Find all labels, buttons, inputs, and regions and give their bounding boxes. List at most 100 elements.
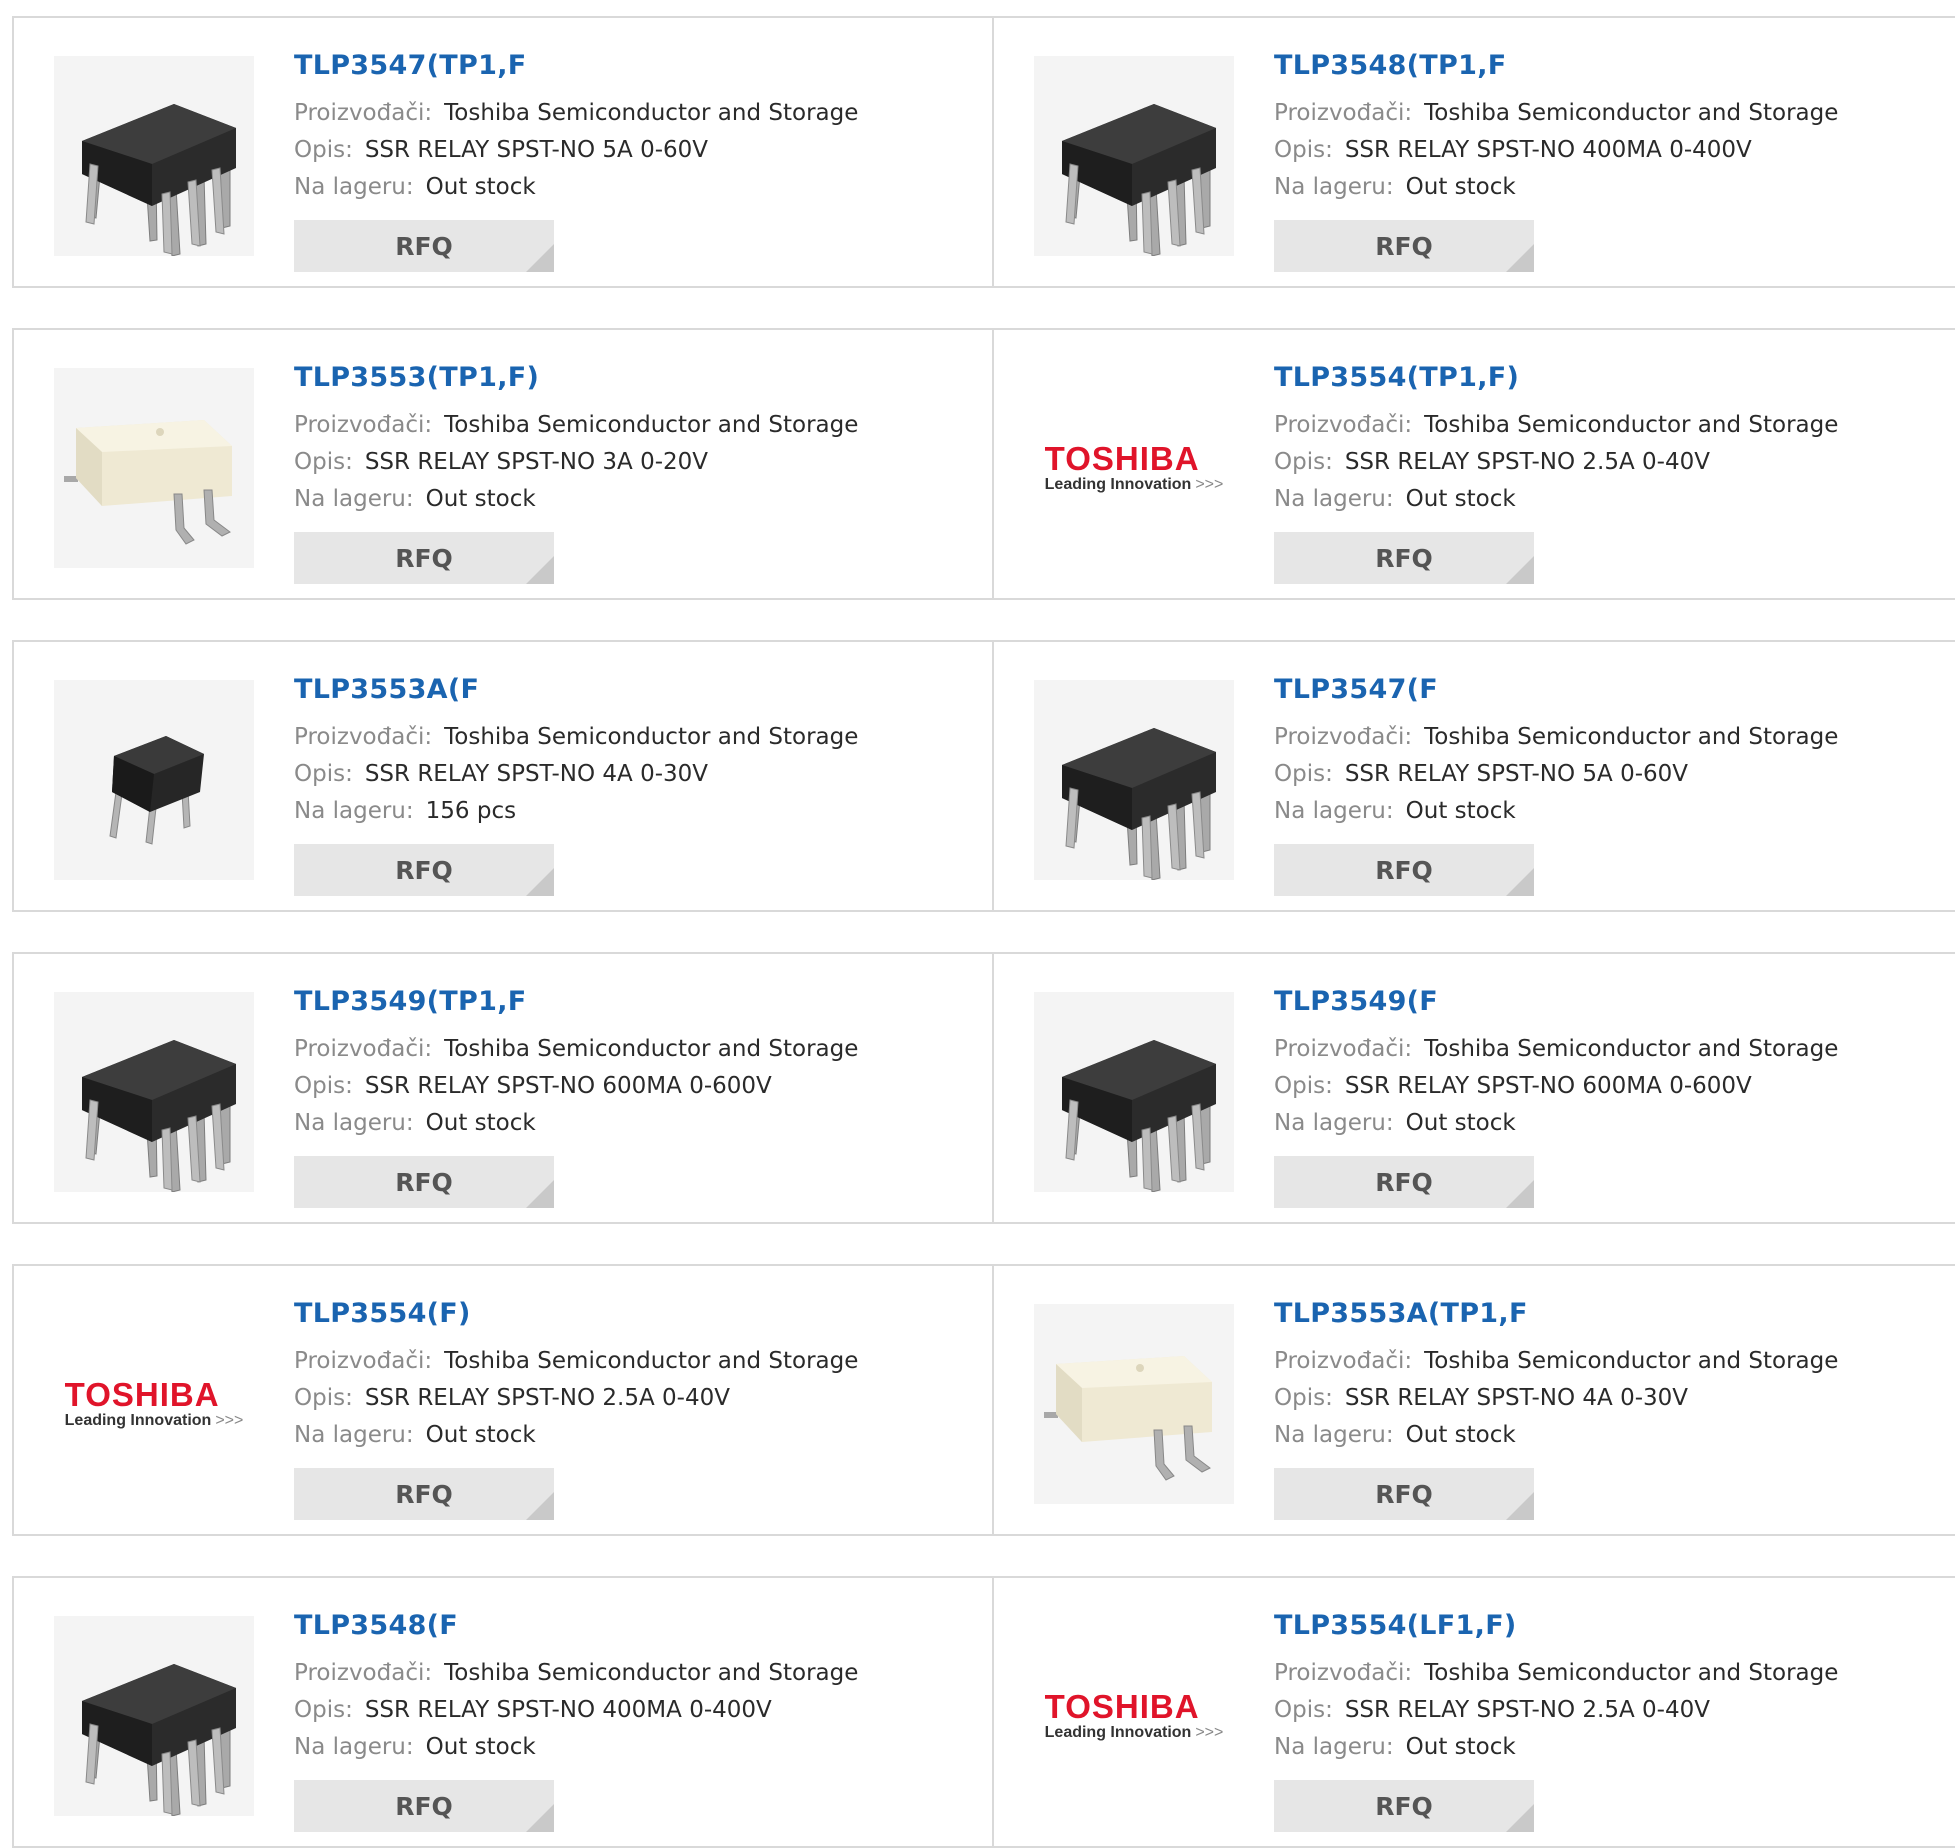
product-card: TLP3548(TP1,F Proizvođači: Toshiba Semicon…: [992, 18, 1955, 286]
description-value: SSR RELAY SPST-NO 2.5A 0-40V: [364, 1385, 730, 1411]
product-card: TLP3553(TP1,F) Proizvođači: Toshiba Semico…: [14, 330, 992, 598]
corner-triangle-icon: [1506, 1804, 1534, 1832]
product-image[interactable]: [1034, 1304, 1234, 1504]
dip6-chip-icon: [1062, 1040, 1216, 1192]
product-part-number-link[interactable]: TLP3553(TP1,F): [294, 362, 539, 393]
product-part-number-link[interactable]: TLP3547(F: [1274, 674, 1438, 705]
manufacturer-row: Proizvođači: Toshiba Semiconductor and St…: [1274, 724, 1838, 750]
manufacturer-row: Proizvođači: Toshiba Semiconductor and St…: [294, 412, 858, 438]
toshiba-tagline: Leading Innovation: [64, 1412, 212, 1429]
toshiba-wordmark: TOSHIBA: [1044, 1688, 1200, 1725]
manufacturer-value: Toshiba Semiconductor and Storage: [444, 1660, 859, 1686]
toshiba-logo: TOSHIBA Leading Innovation >>>: [1045, 1690, 1224, 1742]
description-row: Opis: SSR RELAY SPST-NO 5A 0-60V: [1274, 761, 1688, 787]
product-part-number-link[interactable]: TLP3549(F: [1274, 986, 1438, 1017]
manufacturer-row: Proizvođači: Toshiba Semiconductor and St…: [294, 100, 858, 126]
manufacturer-row: Proizvođači: Toshiba Semiconductor and St…: [294, 1036, 858, 1062]
product-part-number-link[interactable]: TLP3554(F): [294, 1298, 471, 1329]
corner-triangle-icon: [526, 244, 554, 272]
product-row: TLP3553(TP1,F) Proizvođači: Toshiba Semico…: [12, 328, 1955, 600]
rfq-button[interactable]: RFQ: [1274, 1780, 1534, 1832]
stock-row: Na lageru: Out stock: [1274, 798, 1516, 824]
rfq-label: RFQ: [395, 1167, 453, 1197]
rfq-button[interactable]: RFQ: [294, 532, 554, 584]
rfq-label: RFQ: [1375, 855, 1433, 885]
corner-triangle-icon: [1506, 556, 1534, 584]
description-value: SSR RELAY SPST-NO 4A 0-30V: [1344, 1385, 1689, 1411]
corner-triangle-icon: [1506, 1180, 1534, 1208]
product-part-number-link[interactable]: TLP3553A(F: [294, 674, 479, 705]
stock-row: Na lageru: Out stock: [1274, 486, 1516, 512]
toshiba-logo: TOSHIBA Leading Innovation >>>: [65, 1378, 244, 1430]
dip6-chip-icon: [82, 1664, 236, 1816]
toshiba-tagline: Leading Innovation: [1044, 476, 1192, 493]
rfq-button[interactable]: RFQ: [294, 220, 554, 272]
rfq-button[interactable]: RFQ: [294, 1780, 554, 1832]
toshiba-logo: TOSHIBA Leading Innovation >>>: [1045, 442, 1224, 494]
description-value: SSR RELAY SPST-NO 5A 0-60V: [364, 137, 709, 163]
smd-white-chip-icon: [64, 420, 232, 545]
description-label: Opis:: [1274, 1697, 1333, 1723]
product-image[interactable]: [1034, 992, 1234, 1192]
rfq-button[interactable]: RFQ: [1274, 1156, 1534, 1208]
product-card: TLP3547(F Proizvođači: Toshiba Semiconduct…: [992, 642, 1955, 910]
rfq-label: RFQ: [1375, 1167, 1433, 1197]
rfq-button[interactable]: RFQ: [294, 1156, 554, 1208]
product-part-number-link[interactable]: TLP3554(LF1,F): [1274, 1610, 1517, 1641]
rfq-label: RFQ: [1375, 231, 1433, 261]
toshiba-logo[interactable]: TOSHIBA Leading Innovation >>>: [54, 1304, 254, 1504]
description-label: Opis:: [294, 1697, 353, 1723]
description-value: SSR RELAY SPST-NO 4A 0-30V: [364, 761, 709, 787]
description-value: SSR RELAY SPST-NO 3A 0-20V: [364, 449, 709, 475]
description-label: Opis:: [294, 761, 353, 787]
manufacturer-row: Proizvođači: Toshiba Semiconductor and St…: [294, 1348, 858, 1374]
rfq-button[interactable]: RFQ: [294, 1468, 554, 1520]
product-image[interactable]: [54, 368, 254, 568]
toshiba-logo[interactable]: TOSHIBA Leading Innovation >>>: [1034, 1616, 1234, 1816]
product-part-number-link[interactable]: TLP3553A(TP1,F: [1274, 1298, 1528, 1329]
product-part-number-link[interactable]: TLP3554(TP1,F): [1274, 362, 1519, 393]
description-row: Opis: SSR RELAY SPST-NO 2.5A 0-40V: [1274, 449, 1710, 475]
product-image[interactable]: [54, 680, 254, 880]
smd-white-chip-icon: [1044, 1356, 1212, 1481]
rfq-label: RFQ: [395, 543, 453, 573]
product-image[interactable]: [1034, 680, 1234, 880]
toshiba-logo[interactable]: TOSHIBA Leading Innovation >>>: [1034, 368, 1234, 568]
rfq-button[interactable]: RFQ: [294, 844, 554, 896]
manufacturer-label: Proizvođači:: [294, 100, 433, 126]
manufacturer-label: Proizvođači:: [294, 1036, 433, 1062]
stock-value: 156 pcs: [425, 798, 517, 824]
description-row: Opis: SSR RELAY SPST-NO 2.5A 0-40V: [294, 1385, 730, 1411]
corner-triangle-icon: [1506, 244, 1534, 272]
stock-row: Na lageru: Out stock: [1274, 1422, 1516, 1448]
stock-label: Na lageru:: [1274, 798, 1394, 824]
product-image[interactable]: [1034, 56, 1234, 256]
product-card: TLP3553A(TP1,F Proizvođači: Toshiba Semico…: [992, 1266, 1955, 1534]
product-card: TLP3549(F Proizvođači: Toshiba Semiconduct…: [992, 954, 1955, 1222]
product-part-number-link[interactable]: TLP3549(TP1,F: [294, 986, 527, 1017]
description-value: SSR RELAY SPST-NO 600MA 0-600V: [1344, 1073, 1752, 1099]
product-part-number-link[interactable]: TLP3547(TP1,F: [294, 50, 527, 81]
toshiba-tagline: Leading Innovation: [1044, 1724, 1192, 1741]
dip6-chip-icon: [82, 1040, 236, 1192]
rfq-label: RFQ: [395, 1791, 453, 1821]
rfq-button[interactable]: RFQ: [1274, 844, 1534, 896]
stock-value: Out stock: [425, 1734, 536, 1760]
manufacturer-label: Proizvođači:: [294, 1660, 433, 1686]
product-part-number-link[interactable]: TLP3548(TP1,F: [1274, 50, 1507, 81]
product-card: TLP3553A(F Proizvođači: Toshiba Semiconduc…: [14, 642, 992, 910]
rfq-button[interactable]: RFQ: [1274, 532, 1534, 584]
product-image[interactable]: [54, 1616, 254, 1816]
product-part-number-link[interactable]: TLP3548(F: [294, 1610, 458, 1641]
manufacturer-value: Toshiba Semiconductor and Storage: [444, 100, 859, 126]
dip6-chip-icon: [82, 104, 236, 256]
product-image[interactable]: [54, 992, 254, 1192]
dip6-chip-icon: [1062, 728, 1216, 880]
rfq-button[interactable]: RFQ: [1274, 1468, 1534, 1520]
manufacturer-label: Proizvođači:: [1274, 1348, 1413, 1374]
product-image[interactable]: [54, 56, 254, 256]
toshiba-wordmark: TOSHIBA: [1044, 440, 1200, 477]
rfq-button[interactable]: RFQ: [1274, 220, 1534, 272]
manufacturer-label: Proizvođači:: [1274, 100, 1413, 126]
manufacturer-label: Proizvođači:: [1274, 412, 1413, 438]
